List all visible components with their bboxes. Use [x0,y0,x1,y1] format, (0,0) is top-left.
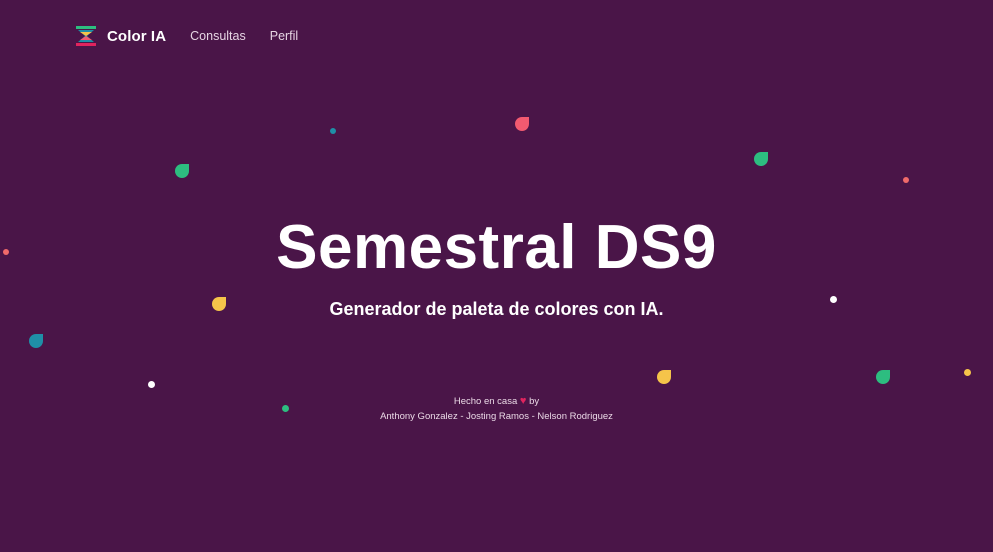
confetti-dot [282,405,289,412]
heart-icon: ♥ [519,395,527,407]
confetti-drop [29,334,43,348]
confetti-drop [515,117,529,131]
confetti-drop [175,164,189,178]
brand-link[interactable]: Color IA [107,28,166,45]
confetti-drop [876,370,890,384]
credits: Hecho en casa ♥ by Anthony Gonzalez - Jo… [0,394,993,424]
hero-title: Semestral DS9 [276,213,717,282]
confetti-dot [330,128,336,134]
confetti-dot [830,296,837,303]
hero-subtitle: Generador de paleta de colores con IA. [329,299,664,319]
made-with-love-line: Hecho en casa ♥ by [0,394,993,409]
top-nav: Color IA Consultas Perfil [74,24,322,48]
made-suffix: by [529,396,540,407]
confetti-dot [964,369,971,376]
confetti-drop [754,152,768,166]
confetti-dot [148,381,155,388]
confetti-drop [212,297,226,311]
authors: Anthony Gonzalez - Josting Ramos - Nelso… [380,411,613,422]
confetti-drop [657,370,671,384]
made-prefix: Hecho en casa [453,396,518,407]
nav-link-perfil[interactable]: Perfil [270,29,298,43]
confetti-dot [903,177,909,183]
confetti-dot [3,249,9,255]
nav-link-consultas[interactable]: Consultas [190,29,246,43]
color-ia-logo-icon[interactable] [74,24,98,48]
